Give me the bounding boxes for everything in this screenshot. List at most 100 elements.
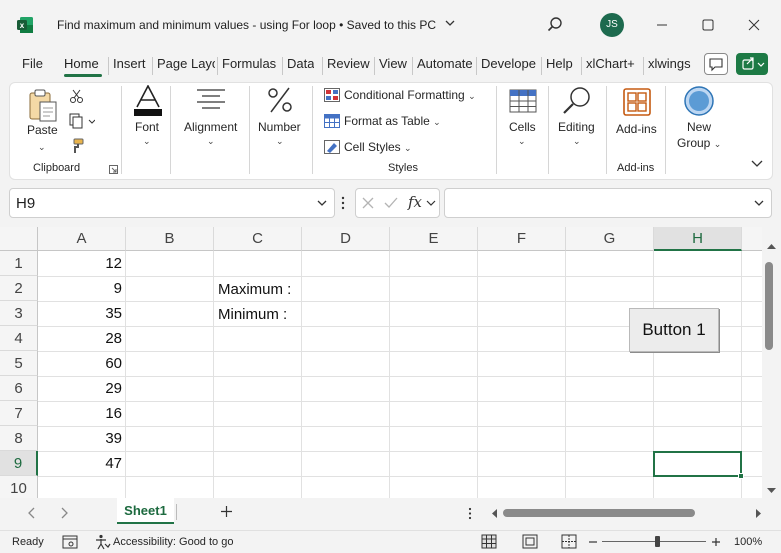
row-header-10[interactable]: 10 bbox=[0, 476, 38, 498]
title-chevron-down-icon[interactable] bbox=[444, 17, 456, 29]
scroll-up-arrow-icon[interactable] bbox=[767, 243, 776, 250]
find-magnifier-icon[interactable] bbox=[561, 85, 593, 115]
share-button[interactable] bbox=[736, 53, 768, 75]
new-group-label-line1[interactable]: New bbox=[687, 120, 711, 134]
close-button[interactable] bbox=[740, 12, 768, 38]
alignment-chevron-down-icon[interactable]: ⌄ bbox=[207, 133, 215, 147]
accessibility-icon[interactable] bbox=[95, 534, 111, 550]
zoom-slider-track[interactable] bbox=[602, 541, 706, 542]
add-sheet-plus-icon[interactable] bbox=[220, 505, 233, 518]
tab-page-layout[interactable]: Page Layo bbox=[157, 56, 215, 71]
new-group-circle-icon[interactable] bbox=[683, 85, 715, 117]
cell-a7[interactable]: 16 bbox=[38, 401, 122, 426]
page-break-view-icon[interactable] bbox=[561, 534, 577, 549]
zoom-in-plus-icon[interactable] bbox=[711, 534, 721, 549]
font-chevron-down-icon[interactable]: ⌄ bbox=[143, 133, 151, 147]
previous-sheet-chevron-icon[interactable] bbox=[28, 507, 36, 519]
tab-developer[interactable]: Develope bbox=[481, 56, 539, 71]
select-all-corner[interactable] bbox=[0, 227, 38, 251]
tab-home[interactable]: Home bbox=[64, 56, 99, 71]
expand-formula-chevron-icon[interactable] bbox=[753, 197, 765, 209]
scroll-right-arrow-icon[interactable] bbox=[755, 509, 762, 518]
paste-chevron-down-icon[interactable]: ⌄ bbox=[38, 139, 46, 153]
cell-a6[interactable]: 29 bbox=[38, 376, 122, 401]
cell-a4[interactable]: 28 bbox=[38, 326, 122, 351]
column-header-a[interactable]: A bbox=[38, 227, 126, 251]
format-painter-icon[interactable] bbox=[69, 138, 85, 154]
column-header-b[interactable]: B bbox=[126, 227, 214, 251]
format-as-table-icon[interactable] bbox=[324, 114, 340, 128]
vertical-scroll-thumb[interactable] bbox=[765, 262, 773, 350]
selected-cell-h9[interactable] bbox=[653, 451, 742, 477]
editing-label[interactable]: Editing bbox=[558, 120, 595, 134]
search-icon[interactable] bbox=[545, 15, 565, 35]
row-header-4[interactable]: 4 bbox=[0, 326, 38, 351]
cell-styles-button[interactable]: Cell Styles ⌄ bbox=[344, 140, 412, 154]
cell-c2-maximum-label[interactable]: Maximum : bbox=[218, 277, 291, 302]
tab-automate[interactable]: Automate bbox=[417, 56, 473, 71]
cell-a9[interactable]: 47 bbox=[38, 451, 122, 476]
format-as-table-button[interactable]: Format as Table ⌄ bbox=[344, 114, 441, 128]
page-layout-view-icon[interactable] bbox=[522, 534, 538, 549]
tab-file[interactable]: File bbox=[22, 56, 43, 71]
tab-xlchart[interactable]: xlChart+ bbox=[586, 56, 635, 71]
row-header-2[interactable]: 2 bbox=[0, 276, 38, 301]
font-label[interactable]: Font bbox=[135, 120, 159, 134]
next-sheet-chevron-icon[interactable] bbox=[60, 507, 68, 519]
row-header-9[interactable]: 9 bbox=[0, 451, 38, 476]
enter-check-icon[interactable] bbox=[383, 196, 399, 210]
tab-view[interactable]: View bbox=[379, 56, 407, 71]
tab-xlwings[interactable]: xlwings bbox=[648, 56, 691, 71]
maximize-button[interactable] bbox=[694, 12, 722, 38]
column-header-e[interactable]: E bbox=[390, 227, 478, 251]
alignment-label[interactable]: Alignment bbox=[184, 120, 237, 134]
row-header-8[interactable]: 8 bbox=[0, 426, 38, 451]
sheet-tab-sheet1[interactable]: Sheet1 bbox=[117, 498, 174, 524]
macro-button[interactable]: Button 1 bbox=[629, 308, 719, 352]
tab-data[interactable]: Data bbox=[287, 56, 314, 71]
horizontal-scroll-thumb[interactable] bbox=[503, 509, 695, 517]
comments-button[interactable] bbox=[704, 53, 728, 75]
cell-a8[interactable]: 39 bbox=[38, 426, 122, 451]
formula-bar-more-icon[interactable] bbox=[340, 196, 346, 210]
column-header-d[interactable]: D bbox=[302, 227, 390, 251]
cell-styles-icon[interactable] bbox=[324, 140, 340, 154]
font-icon[interactable] bbox=[131, 85, 165, 117]
zoom-level[interactable]: 100% bbox=[734, 536, 762, 548]
cancel-x-icon[interactable] bbox=[361, 196, 375, 210]
cell-a5[interactable]: 60 bbox=[38, 351, 122, 376]
column-header-f[interactable]: F bbox=[478, 227, 566, 251]
row-header-1[interactable]: 1 bbox=[0, 251, 38, 276]
cells-table-icon[interactable] bbox=[509, 87, 537, 115]
dialog-launcher-icon[interactable] bbox=[109, 165, 118, 174]
editing-chevron-down-icon[interactable]: ⌄ bbox=[573, 133, 581, 147]
column-header-c[interactable]: C bbox=[214, 227, 302, 251]
conditional-formatting-button[interactable]: Conditional Formatting ⌄ bbox=[344, 88, 476, 102]
cells-chevron-down-icon[interactable]: ⌄ bbox=[518, 133, 526, 147]
paste-clipboard-icon[interactable] bbox=[26, 87, 60, 123]
column-header-h[interactable]: H bbox=[654, 227, 742, 251]
cell-a1[interactable]: 12 bbox=[38, 251, 122, 276]
zoom-slider-thumb[interactable] bbox=[655, 536, 660, 547]
cell-c3-minimum-label[interactable]: Minimum : bbox=[218, 302, 287, 327]
copy-icon[interactable] bbox=[69, 113, 95, 129]
percent-icon[interactable] bbox=[266, 85, 294, 115]
zoom-out-minus-icon[interactable] bbox=[588, 534, 598, 549]
scroll-down-arrow-icon[interactable] bbox=[767, 487, 776, 494]
conditional-formatting-icon[interactable] bbox=[324, 88, 340, 102]
cells-label[interactable]: Cells bbox=[509, 120, 536, 134]
name-box-chevron-down-icon[interactable] bbox=[316, 197, 328, 209]
row-header-7[interactable]: 7 bbox=[0, 401, 38, 426]
tab-insert[interactable]: Insert bbox=[113, 56, 146, 71]
tab-formulas[interactable]: Formulas bbox=[222, 56, 276, 71]
tab-help[interactable]: Help bbox=[546, 56, 573, 71]
cut-scissors-icon[interactable] bbox=[69, 88, 85, 104]
user-avatar[interactable]: JS bbox=[600, 13, 624, 37]
add-ins-label[interactable]: Add-ins bbox=[616, 122, 657, 136]
normal-view-icon[interactable] bbox=[481, 534, 497, 549]
fill-handle[interactable] bbox=[738, 473, 744, 479]
alignment-icon[interactable] bbox=[196, 88, 226, 110]
fx-chevron-down-icon[interactable] bbox=[426, 198, 436, 208]
formula-input[interactable] bbox=[444, 188, 772, 218]
new-group-label-line2[interactable]: Group ⌄ bbox=[677, 136, 721, 150]
